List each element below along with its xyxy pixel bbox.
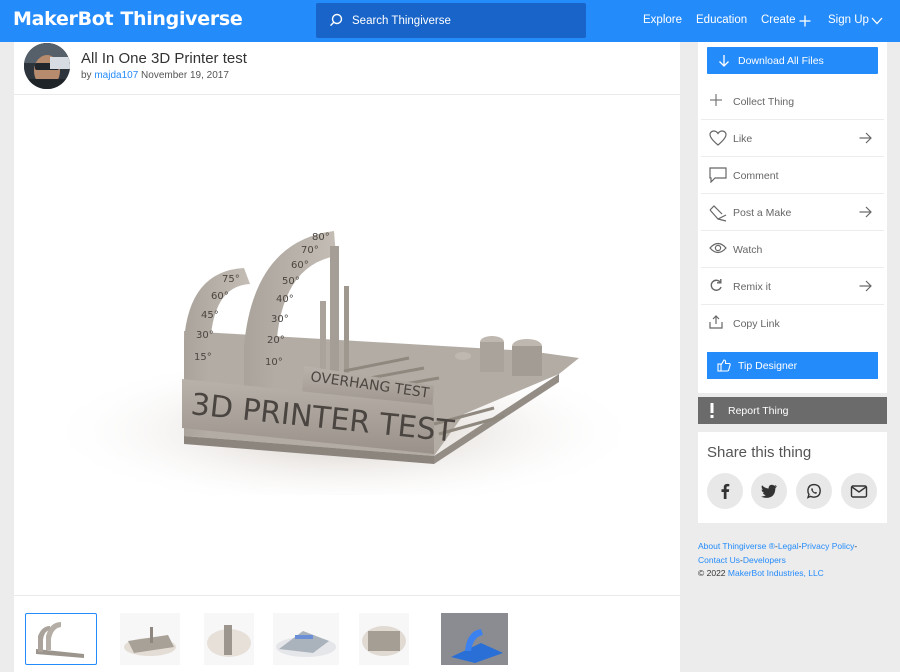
tip-designer-button[interactable]: Tip Designer [707,352,878,379]
email-icon [850,485,868,498]
plus-icon [710,94,722,106]
search-bar[interactable] [316,3,586,38]
arc-label: 60° [211,291,229,302]
footer-copyright: © 2022 [698,568,726,578]
arrow-right-icon [859,280,872,292]
thumbnail-6[interactable] [441,613,508,665]
comment-label: Comment [733,170,779,182]
arc-label: 30° [271,314,289,325]
twitter-icon [761,484,777,498]
footer-company-link[interactable]: MakerBot Industries, LLC [728,568,824,578]
arc-label: 60° [291,260,309,271]
search-icon [330,13,343,27]
arc-label: 20° [267,335,285,346]
nav-explore-link[interactable]: Explore [643,14,682,26]
collect-thing-label: Collect Thing [733,96,795,108]
arc-label: 10° [265,357,283,368]
arrow-right-icon [859,132,872,144]
nav-create-link[interactable]: Create [761,14,796,26]
thing-header: All In One 3D Printer test by majda107 N… [14,42,680,95]
site-footer: About Thingiverse ®-Legal-Privacy Policy… [698,541,858,578]
thumbnail-3[interactable] [204,613,254,665]
remix-it-button[interactable]: Remix it [701,268,884,305]
tip-designer-label: Tip Designer [738,360,798,372]
whatsapp-icon [806,483,821,499]
comment-button[interactable]: Comment [701,157,884,194]
arc-label: 50° [282,276,300,287]
twitter-share-button[interactable] [751,473,787,509]
arrow-right-icon [859,206,872,218]
facebook-icon [721,483,730,499]
chevron-down-icon[interactable] [871,17,883,25]
thumbs-up-icon [717,359,731,372]
footer-link-about[interactable]: About Thingiverse ® [698,541,775,551]
arc-label: 40° [276,294,294,305]
arc-label: 30° [196,330,214,341]
like-button[interactable]: Like [701,120,884,157]
thumbnail-4[interactable] [273,613,339,665]
comment-icon [709,167,727,183]
remix-it-label: Remix it [733,281,771,293]
arc-label: 15° [194,352,212,363]
top-navigation-bar: MakerBot Thingiverse Explore Education Cr… [0,0,900,42]
eye-icon [709,242,727,254]
post-a-make-label: Post a Make [733,207,792,219]
thing-main-image[interactable]: 3D PRINTER TEST OVERHANG TEST 75° 60° 45… [14,96,680,495]
thumbnail-1[interactable] [25,613,97,665]
share-icon [709,315,723,329]
download-arrow-icon [719,55,729,67]
arc-label: 75° [222,274,240,285]
logo-brand-text: MakerBot [13,8,114,30]
arc-label: 70° [301,245,319,256]
publish-date: November 19, 2017 [141,70,229,81]
download-all-files-button[interactable]: Download All Files [707,47,878,74]
collect-thing-button[interactable]: Collect Thing [701,83,884,120]
heart-icon [709,130,727,146]
search-input[interactable] [352,3,572,38]
logo-product-text: Thingiverse [120,8,243,30]
thing-actions-panel: Download All Files Collect Thing Like Co… [698,42,887,393]
watch-button[interactable]: Watch [701,231,884,268]
thing-main-panel: All In One 3D Printer test by majda107 N… [14,42,680,672]
copy-link-label: Copy Link [733,318,780,330]
remix-icon [710,279,722,291]
nav-signup-link[interactable]: Sign Up [828,14,869,26]
report-thing-button[interactable]: Report Thing [698,397,887,424]
thumbnail-divider [14,595,680,596]
post-make-icon [709,205,727,222]
copy-link-button[interactable]: Copy Link [701,305,884,342]
footer-link-contact[interactable]: Contact Us [698,555,740,565]
arc-label: 45° [201,310,219,321]
thing-byline: by majda107 November 19, 2017 [81,70,229,81]
nav-education-link[interactable]: Education [696,14,747,26]
footer-link-legal[interactable]: Legal [778,541,799,551]
byline-prefix: by [81,70,92,81]
download-label: Download All Files [738,55,824,67]
thumbnail-2[interactable] [120,613,180,665]
watch-label: Watch [733,244,763,256]
share-panel: Share this thing [698,432,887,523]
thumbnail-5[interactable] [359,613,409,665]
exclamation-icon [710,403,714,418]
whatsapp-share-button[interactable] [796,473,832,509]
footer-link-developers[interactable]: Developers [743,555,786,565]
avatar[interactable] [24,43,70,89]
footer-link-privacy[interactable]: Privacy Policy [801,541,854,551]
email-share-button[interactable] [841,473,877,509]
report-thing-label: Report Thing [728,405,789,417]
makerbot-thingiverse-logo[interactable]: MakerBot Thingiverse [13,8,243,30]
author-link[interactable]: majda107 [94,70,138,81]
page-title: All In One 3D Printer test [81,50,247,67]
post-a-make-button[interactable]: Post a Make [701,194,884,231]
plus-icon[interactable] [799,15,811,27]
like-label: Like [733,133,753,145]
arc-label: 80° [312,232,330,243]
facebook-share-button[interactable] [707,473,743,509]
share-title: Share this thing [707,444,812,461]
